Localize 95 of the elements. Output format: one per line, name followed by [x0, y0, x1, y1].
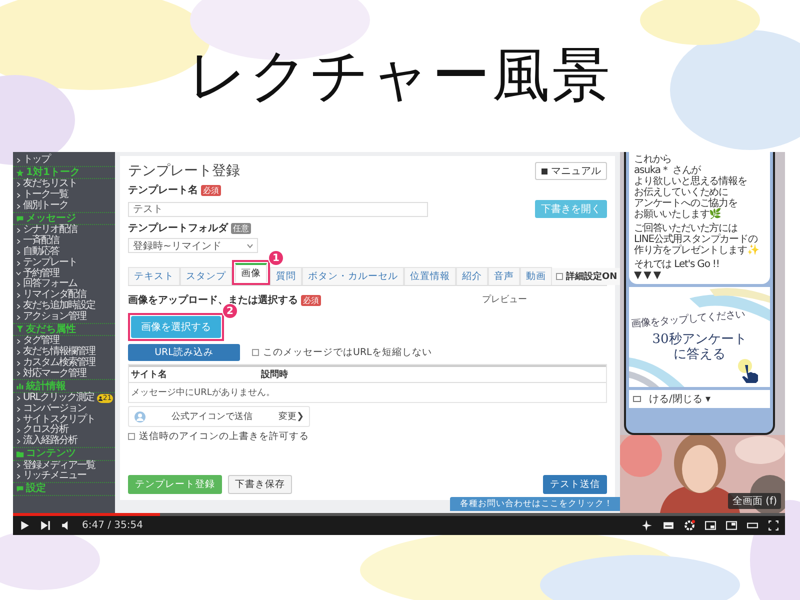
theater-icon[interactable] [726, 520, 737, 531]
keyboard-icon [633, 395, 641, 403]
section-heading: コンテンツ [26, 448, 76, 460]
sidebar-item[interactable]: トップ [13, 155, 115, 166]
folder-icon [16, 450, 24, 458]
tab[interactable]: ボタン・カルーセル [302, 267, 404, 285]
sidebar-item[interactable]: 対応マーク管理 [13, 368, 115, 380]
fullscreen-icon[interactable] [768, 520, 779, 531]
tab[interactable]: 画像 [235, 263, 267, 282]
sparkle-icon[interactable] [642, 520, 653, 531]
caret-icon [247, 242, 253, 248]
message-line: お伝えしていくために [634, 187, 730, 198]
section-heading: 友だち属性 [26, 324, 76, 335]
tooltip: 全画面 (f) [728, 493, 781, 509]
step-marker: 2 [222, 303, 238, 319]
footer-button[interactable]: 下書き保存 [228, 475, 292, 494]
widescreen-icon[interactable] [747, 520, 758, 531]
person-icon [98, 396, 103, 401]
column-header: サイト名 [131, 368, 168, 381]
sidebar-item[interactable]: カスタム検索管理 [13, 358, 115, 369]
section-heading: 統計情報 [26, 380, 66, 392]
tab[interactable]: 紹介 [456, 267, 488, 285]
preview-label: プレビュー [482, 293, 527, 307]
sidebar-item[interactable]: 友だちリスト [13, 179, 115, 190]
tab[interactable]: テキスト [128, 267, 180, 285]
required-badge: 必須 [201, 184, 221, 196]
section-heading: メッセージ [26, 213, 76, 224]
message-card[interactable]: 画像をタップしてください 30秒アンケート に答える [629, 287, 770, 387]
section-heading: 1対1トーク [26, 167, 80, 178]
chat-icon [16, 214, 24, 223]
message-line: これから [634, 154, 673, 165]
tab[interactable]: スタンプ [180, 267, 232, 285]
sidebar-item[interactable]: 自動応答 [13, 246, 115, 258]
optional-badge: 任意 [231, 222, 251, 234]
advanced-checkbox[interactable]: 詳細設定ON [552, 268, 622, 285]
column-header: 設問時 [261, 368, 288, 381]
required-badge: 必須 [301, 294, 321, 306]
folder-select[interactable]: 登録時~リマインド [128, 238, 258, 253]
field-label: テンプレート名 [128, 183, 198, 197]
tab[interactable]: 位置情報 [404, 267, 456, 285]
sidebar-item[interactable]: 一斉配信 [13, 236, 115, 247]
next-icon[interactable] [40, 520, 51, 531]
sidebar-item[interactable]: 友だち情報欄管理 [13, 346, 115, 358]
chart-icon [16, 382, 24, 390]
card-headline: 30秒アンケート [652, 332, 747, 347]
footer-button[interactable]: テスト送信 [543, 475, 607, 494]
change-link[interactable]: 変更❯ [278, 410, 304, 423]
settings-icon[interactable] [684, 520, 695, 531]
message-line: LINE公式用スタンプカードの [634, 234, 758, 245]
step-marker: 1 [268, 250, 284, 266]
card-hint: 画像をタップしてください [630, 308, 746, 331]
sidebar-item[interactable]: 予約管理 [13, 268, 115, 280]
message-line: お願いいたします🌿 [634, 209, 722, 220]
field-label: テンプレートフォルダ [128, 221, 228, 235]
message-line: 作り方をプレゼントします✨ [634, 245, 760, 256]
section-heading: 設定 [26, 483, 46, 494]
chat-icon [16, 484, 24, 493]
menu-bar[interactable]: ける/閉じる ▾ [629, 390, 770, 408]
tab[interactable]: 動画 [520, 267, 552, 285]
slide-title: レクチャー風景 [188, 40, 612, 111]
tab[interactable]: 音声 [488, 267, 520, 285]
message-line: ご回答いただいた方には [634, 223, 738, 234]
sidebar-item[interactable]: アクション管理 [13, 312, 115, 323]
message-line: それでは Let's Go !! [634, 259, 720, 270]
icon-card-label: 公式アイコンで送信 [172, 410, 253, 423]
sidebar-item[interactable]: リマインダ配信 [13, 290, 115, 301]
sidebar-item[interactable]: タグ管理 [13, 336, 115, 347]
filter-icon [16, 325, 24, 334]
manual-button[interactable]: マニュアル [535, 162, 607, 180]
sidebar-item[interactable]: トーク一覧 [13, 190, 115, 201]
message-line: ▼ ▼ ▼ [634, 270, 662, 281]
sidebar-item[interactable]: 友だち追加時設定 [13, 300, 115, 312]
subtitles-icon[interactable] [663, 520, 674, 531]
load-url-button[interactable]: URL読み込み [128, 344, 240, 361]
avatar-icon [134, 410, 146, 422]
miniplayer-icon[interactable] [705, 520, 716, 531]
star-icon [16, 168, 24, 177]
table-cell-text: メッセージ中にURLがありません。 [130, 386, 276, 400]
shorten-url-checkbox[interactable]: このメッセージではURLを短縮しない [252, 346, 432, 359]
sidebar-item[interactable]: 登録メディア一覧 [13, 460, 115, 472]
override-icon-checkbox[interactable]: 送信時のアイコンの上書きを許可する [128, 430, 607, 443]
sidebar-item[interactable]: 個別トーク [13, 200, 115, 212]
sidebar-item[interactable]: コンバージョン [13, 404, 115, 415]
sidebar-item[interactable]: テンプレート [13, 258, 115, 269]
page-title: テンプレート登録 [128, 162, 240, 180]
template-name-field[interactable]: テスト [128, 202, 428, 216]
sidebar-item[interactable]: リッチメニュー [13, 471, 115, 482]
card-headline: に答える [674, 347, 726, 362]
message-line: アンケートへのご協力を [634, 198, 738, 209]
sidebar-item[interactable]: 流入経路分析 [13, 436, 115, 447]
message-line: より欲しいと思える情報を [634, 176, 748, 187]
message-line: asuka＊ さんが [634, 165, 702, 176]
sidebar-item[interactable]: 回答フォーム [13, 279, 115, 290]
time-display: 6:47 / 35:54 [82, 520, 144, 531]
tab[interactable]: 質問 [270, 267, 302, 285]
